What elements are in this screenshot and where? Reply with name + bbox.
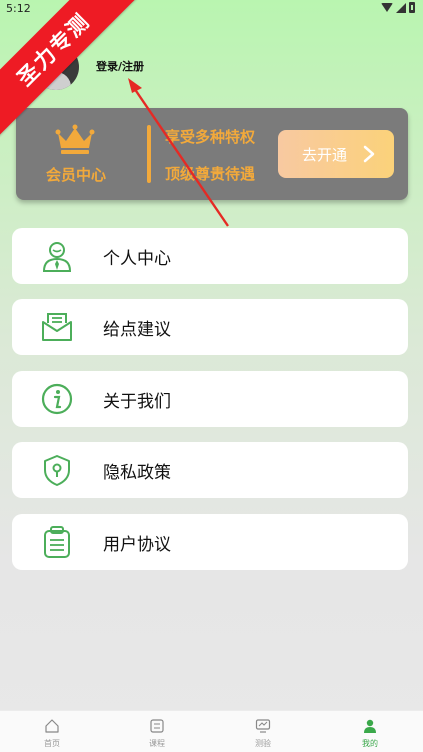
mail-icon (42, 313, 72, 341)
course-icon (150, 719, 164, 733)
user-icon (364, 719, 376, 733)
tab-label: 测验 (255, 739, 271, 748)
open-vip-label: 去开通 (302, 145, 348, 164)
vip-benefit-line-1: 享受多种特权 (165, 128, 256, 146)
monitor-icon (255, 719, 271, 733)
status-icons (381, 2, 415, 13)
vip-card: 会员中心 享受多种特权 顶级尊贵待遇 去开通 (16, 108, 408, 200)
tab-label: 我的 (362, 739, 378, 748)
info-icon (41, 383, 73, 415)
battery-icon (409, 2, 415, 13)
tab-quiz[interactable]: 测验 (223, 711, 303, 752)
bottom-tab-bar: 首页 课程 测验 我的 (0, 710, 423, 752)
menu-item-about-us[interactable]: 关于我们 (12, 371, 408, 427)
menu-item-feedback[interactable]: 给点建议 (12, 299, 408, 355)
shield-icon (44, 455, 70, 486)
home-icon (45, 719, 59, 733)
tab-label: 课程 (149, 739, 165, 748)
tab-mine[interactable]: 我的 (330, 711, 410, 752)
person-icon (42, 242, 72, 272)
menu-item-label: 给点建议 (103, 320, 171, 340)
menu-item-label: 个人中心 (103, 249, 171, 269)
status-time: 5:12 (6, 2, 31, 15)
signal-icon (396, 2, 406, 13)
login-register-link[interactable]: 登录/注册 (96, 58, 144, 74)
clipboard-icon (44, 526, 70, 558)
menu-item-label: 隐私政策 (103, 463, 171, 483)
chevron-right-icon (363, 145, 375, 163)
vip-divider (147, 125, 151, 183)
vip-benefit-line-2: 顶级尊贵待遇 (165, 165, 256, 183)
crown-icon (55, 124, 95, 154)
wifi-icon (381, 3, 393, 12)
menu-item-label: 关于我们 (103, 392, 171, 412)
tab-home[interactable]: 首页 (12, 711, 92, 752)
menu-item-label: 用户协议 (103, 535, 171, 555)
tab-label: 首页 (44, 739, 60, 748)
menu-item-user-agreement[interactable]: 用户协议 (12, 514, 408, 570)
menu-item-personal-center[interactable]: 个人中心 (12, 228, 408, 284)
menu-item-privacy-policy[interactable]: 隐私政策 (12, 442, 408, 498)
open-vip-button[interactable]: 去开通 (278, 130, 394, 178)
vip-center-title: 会员中心 (46, 166, 107, 184)
tab-course[interactable]: 课程 (117, 711, 197, 752)
